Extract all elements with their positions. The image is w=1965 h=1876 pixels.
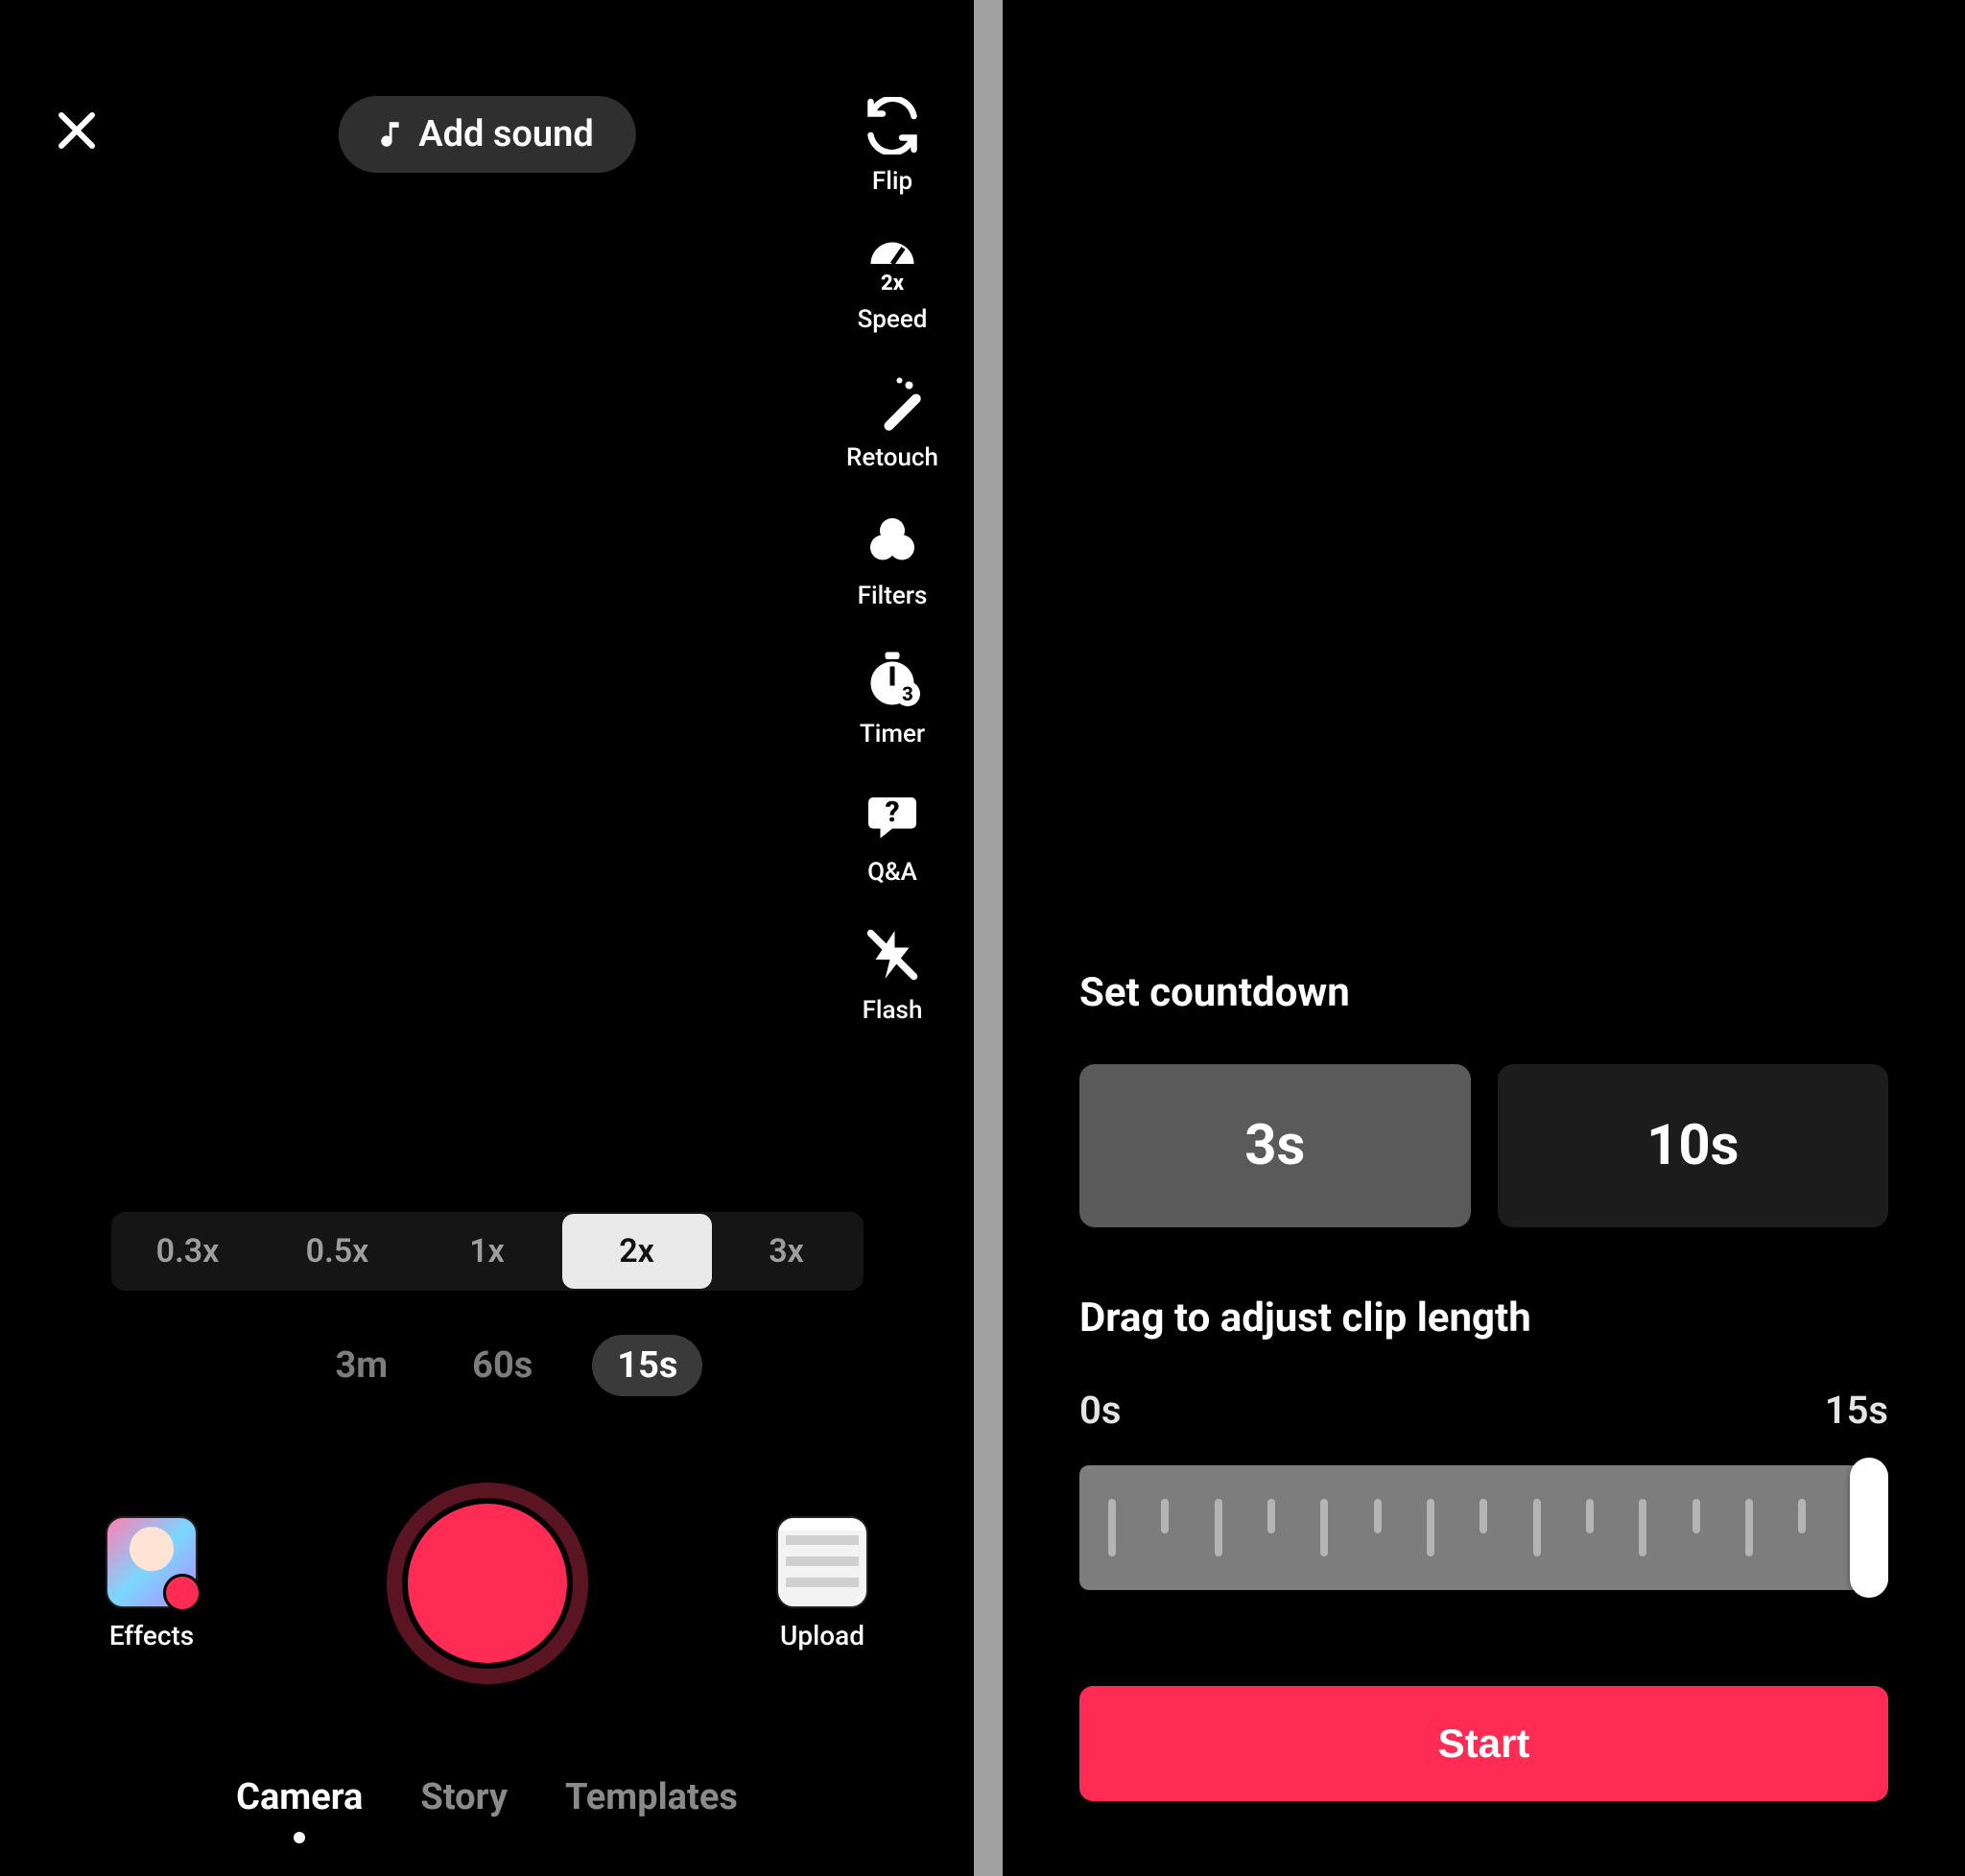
countdown-3s[interactable]: 3s: [1079, 1064, 1471, 1227]
record-row: Effects Upload: [0, 1483, 974, 1684]
music-note-icon: [372, 118, 405, 151]
magic-wand-icon: [863, 372, 922, 432]
duration-60s[interactable]: 60s: [447, 1335, 557, 1396]
tab-camera[interactable]: Camera: [236, 1776, 363, 1847]
flip-icon: [863, 96, 922, 155]
tab-templates[interactable]: Templates: [565, 1776, 738, 1847]
speed-option-1x[interactable]: 1x: [413, 1214, 562, 1289]
countdown-10s[interactable]: 10s: [1498, 1064, 1889, 1227]
camera-screen: Add sound Flip 2x Speed Retouc: [0, 0, 974, 1876]
speedometer-icon: 2x: [863, 234, 922, 294]
clip-range-labels: 0s 15s: [1079, 1388, 1888, 1433]
countdown-sheet: Set countdown 3s 10s Drag to adjust clip…: [1003, 940, 1965, 1876]
upload-label: Upload: [780, 1620, 864, 1651]
timer-icon: 3: [863, 649, 922, 708]
speed-button[interactable]: 2x Speed: [840, 234, 945, 334]
drag-length-label: Drag to adjust clip length: [1079, 1294, 1888, 1342]
record-button[interactable]: [387, 1483, 588, 1684]
duration-selector: 3m 60s 15s: [310, 1335, 702, 1396]
speed-option-2x[interactable]: 2x: [562, 1214, 712, 1289]
close-icon: [54, 107, 100, 157]
add-sound-label: Add sound: [418, 113, 593, 155]
flip-label: Flip: [872, 167, 912, 196]
qa-label: Q&A: [867, 858, 917, 887]
filters-label: Filters: [858, 582, 928, 610]
timer-badge: 3: [895, 681, 920, 706]
retouch-button[interactable]: Retouch: [840, 372, 945, 472]
range-end-label: 15s: [1825, 1388, 1888, 1433]
range-start-label: 0s: [1079, 1388, 1121, 1433]
speed-option-0-3x[interactable]: 0.3x: [113, 1214, 263, 1289]
effects-thumbnail: [106, 1516, 198, 1608]
effects-button[interactable]: Effects: [106, 1516, 198, 1651]
mode-tabs: Camera Story Templates: [0, 1776, 974, 1847]
filters-button[interactable]: Filters: [840, 511, 945, 610]
timer-button[interactable]: 3 Timer: [840, 649, 945, 748]
start-countdown-button[interactable]: Start: [1079, 1686, 1888, 1801]
question-bubble-icon: ?: [863, 787, 922, 846]
speed-badge: 2x: [881, 272, 904, 296]
flash-button[interactable]: Flash: [840, 925, 945, 1025]
effects-label: Effects: [109, 1620, 194, 1651]
flip-camera-button[interactable]: Flip: [840, 96, 945, 196]
duration-3m[interactable]: 3m: [310, 1335, 413, 1396]
retouch-label: Retouch: [846, 443, 938, 472]
svg-text:?: ?: [885, 796, 899, 829]
countdown-options: 3s 10s: [1079, 1064, 1888, 1227]
qa-button[interactable]: ? Q&A: [840, 787, 945, 887]
camera-side-toolbar: Flip 2x Speed Retouch Filters: [840, 96, 945, 1025]
flash-off-icon: [863, 925, 922, 985]
slider-ticks: [1108, 1499, 1859, 1556]
speed-option-0-5x[interactable]: 0.5x: [263, 1214, 413, 1289]
timer-sheet-screen: Set countdown 3s 10s Drag to adjust clip…: [1003, 0, 1965, 1876]
flash-label: Flash: [863, 996, 923, 1025]
speed-option-3x[interactable]: 3x: [712, 1214, 862, 1289]
add-sound-button[interactable]: Add sound: [338, 96, 635, 173]
slider-handle[interactable]: [1850, 1458, 1888, 1598]
countdown-title: Set countdown: [1079, 969, 1888, 1016]
timer-label: Timer: [860, 720, 925, 748]
upload-button[interactable]: Upload: [776, 1516, 868, 1651]
speed-selector: 0.3x 0.5x 1x 2x 3x: [111, 1212, 864, 1291]
close-button[interactable]: [48, 104, 106, 161]
speed-label: Speed: [858, 305, 928, 334]
filters-icon: [863, 511, 922, 570]
duration-15s[interactable]: 15s: [592, 1335, 702, 1396]
clip-length-slider[interactable]: [1079, 1465, 1888, 1590]
upload-thumbnail: [776, 1516, 868, 1608]
tab-story[interactable]: Story: [420, 1776, 508, 1847]
